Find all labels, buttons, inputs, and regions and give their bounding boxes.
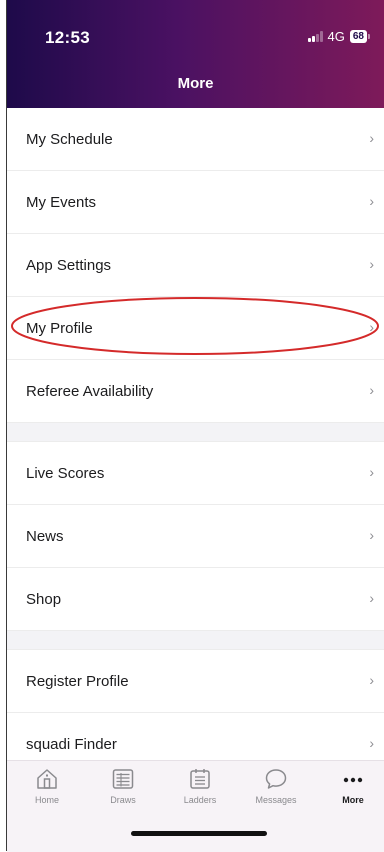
menu-item-label: App Settings [26,257,112,274]
tab-ladders[interactable]: Ladders [170,767,230,805]
tab-messages[interactable]: Messages [246,767,306,805]
menu-item-live-scores[interactable]: Live Scores › [7,442,384,505]
tab-draws[interactable]: Draws [93,767,153,805]
menu-item-label: Referee Availability [26,383,154,400]
status-time: 12:53 [45,28,90,47]
tab-home[interactable]: Home [17,767,77,805]
page-title: More [177,75,214,92]
tab-label: Messages [255,795,297,805]
menu-item-my-profile[interactable]: My Profile › [7,297,384,360]
chevron-right-icon: › [369,464,374,480]
more-menu: My Schedule › My Events › App Settings ›… [7,108,384,776]
section-divider [7,423,384,442]
tab-label: Draws [110,795,136,805]
header: 12:53 4G 68 More [7,0,384,108]
draws-icon [112,769,134,789]
chevron-right-icon: › [369,527,374,543]
menu-item-my-schedule[interactable]: My Schedule › [7,108,384,171]
chevron-right-icon: › [369,319,374,335]
more-icon [343,777,363,783]
menu-item-label: Register Profile [26,673,129,690]
menu-item-register-profile[interactable]: Register Profile › [7,650,384,713]
chevron-right-icon: › [369,382,374,398]
menu-item-label: squadi Finder [26,736,117,753]
menu-item-referee-availability[interactable]: Referee Availability › [7,360,384,423]
status-indicators: 4G 68 [308,29,370,44]
battery-level: 68 [349,30,367,43]
messages-icon [265,769,287,789]
menu-item-app-settings[interactable]: App Settings › [7,234,384,297]
menu-item-shop[interactable]: Shop › [7,568,384,631]
chevron-right-icon: › [369,590,374,606]
home-indicator [131,831,267,836]
menu-item-label: My Schedule [26,131,113,148]
ladders-icon [190,769,210,789]
tab-more[interactable]: More [323,767,383,805]
tab-label: More [342,795,364,805]
menu-item-news[interactable]: News › [7,505,384,568]
tab-bar: Home Draws Ladders Messages More [7,760,384,852]
network-type: 4G [327,29,345,44]
tab-label: Home [34,795,59,805]
chevron-right-icon: › [369,672,374,688]
left-frame-edge [0,0,7,851]
chevron-right-icon: › [369,130,374,146]
section-divider [7,631,384,650]
battery-icon: 68 [349,30,370,43]
chevron-right-icon: › [369,735,374,751]
chevron-right-icon: › [369,256,374,272]
home-icon [37,769,57,789]
signal-icon [308,31,323,42]
chevron-right-icon: › [369,193,374,209]
tab-label: Ladders [183,795,217,805]
menu-item-label: My Events [26,194,97,211]
menu-item-label: Shop [26,591,62,608]
menu-item-label: News [26,528,64,545]
menu-item-my-events[interactable]: My Events › [7,171,384,234]
menu-item-label: My Profile [26,320,93,337]
menu-item-label: Live Scores [26,465,105,482]
